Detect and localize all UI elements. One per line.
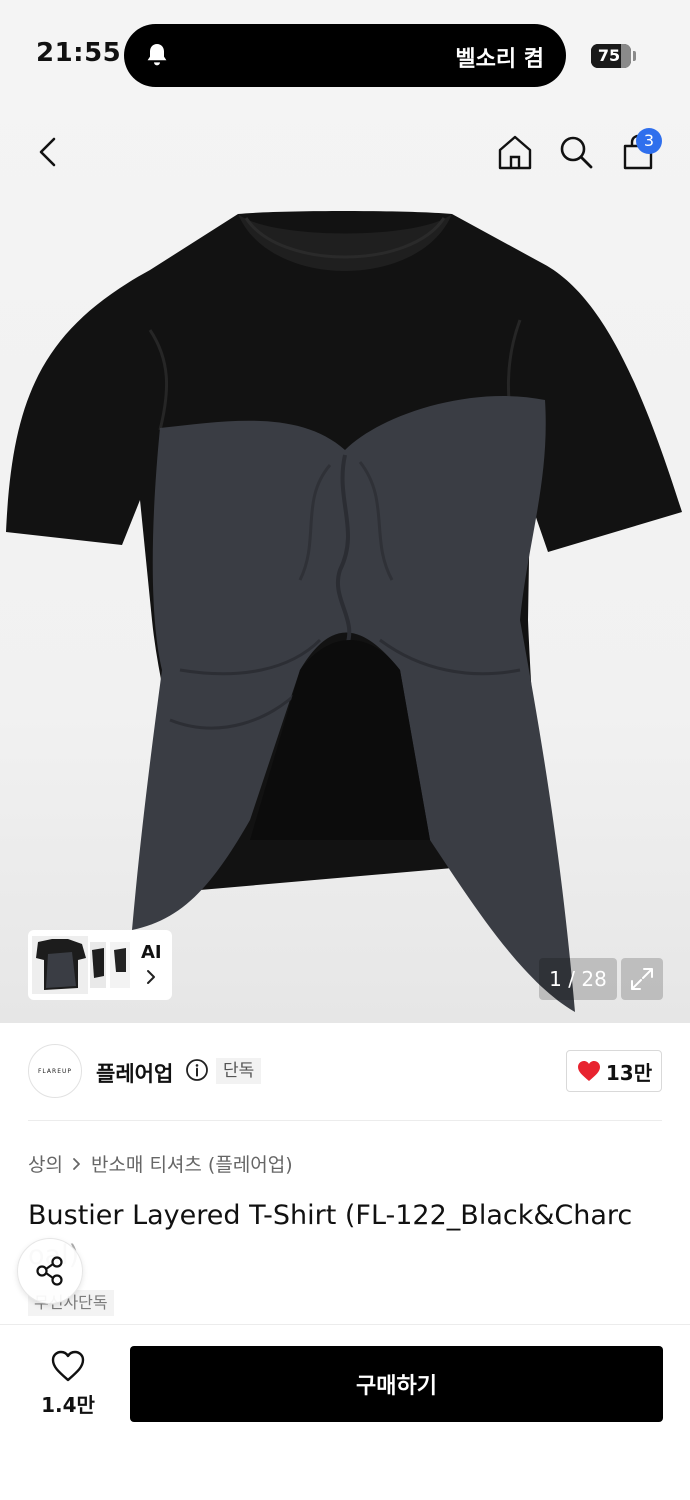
chevron-right-icon	[73, 1157, 80, 1170]
dynamic-island: 벨소리 켬	[124, 24, 566, 87]
brand-row: FLAREUP 플레어업 단독 13만	[28, 1044, 662, 1100]
wishlist-button[interactable]: 1.4만	[28, 1349, 108, 1425]
heart-outline-icon	[51, 1350, 85, 1382]
product-photo	[6, 211, 682, 1012]
ai-thumbnails-button[interactable]: AI	[28, 930, 172, 1000]
ai-label: AI	[141, 942, 162, 963]
buy-button[interactable]: 구매하기	[130, 1346, 663, 1422]
expand-icon	[631, 968, 653, 990]
brand-logo[interactable]: FLAREUP	[28, 1044, 82, 1098]
brand-like-count: 13만	[605, 1060, 653, 1085]
breadcrumb: 상의 반소매 티셔츠 (플레어업)	[28, 1150, 293, 1177]
search-button[interactable]	[552, 128, 600, 176]
chevron-right-icon	[147, 970, 155, 984]
heart-filled-icon	[577, 1061, 600, 1081]
battery-cap	[633, 51, 636, 61]
home-button[interactable]	[491, 128, 539, 176]
breadcrumb-category[interactable]: 상의	[28, 1150, 63, 1177]
status-time: 21:55	[36, 38, 122, 68]
chevron-left-icon	[39, 137, 56, 167]
search-icon	[560, 136, 593, 169]
brand-name[interactable]: 플레어업	[96, 1058, 173, 1088]
brand-like-button[interactable]: 13만	[566, 1050, 662, 1092]
divider	[28, 1120, 662, 1121]
breadcrumb-subcategory[interactable]: 반소매 티셔츠 (플레어업)	[91, 1150, 293, 1177]
expand-button[interactable]	[621, 958, 663, 1000]
brand-logo-text: FLAREUP	[37, 1067, 72, 1075]
bottom-action-bar: 1.4만 구매하기	[0, 1324, 690, 1500]
thumbnail-images	[32, 936, 130, 994]
share-button[interactable]	[17, 1238, 83, 1304]
share-icon	[36, 1256, 63, 1286]
ringer-status-text: 벨소리 켬	[455, 47, 544, 72]
home-icon	[498, 135, 532, 170]
image-counter: 1 / 28	[539, 958, 617, 1000]
product-image-gallery[interactable]: 21:55 벨소리 켬 75 3 AI 1 / 28	[0, 0, 690, 1023]
back-button[interactable]	[24, 128, 72, 176]
info-icon[interactable]	[185, 1058, 209, 1082]
cart-count-badge: 3	[636, 128, 662, 154]
wishlist-count: 1.4만	[41, 1393, 95, 1417]
bell-icon	[147, 44, 167, 66]
product-title: Bustier Layered T-Shirt (FL-122_Black&Ch…	[28, 1200, 633, 1231]
battery-level: 75	[597, 46, 621, 65]
exclusive-badge: 단독	[216, 1058, 262, 1084]
